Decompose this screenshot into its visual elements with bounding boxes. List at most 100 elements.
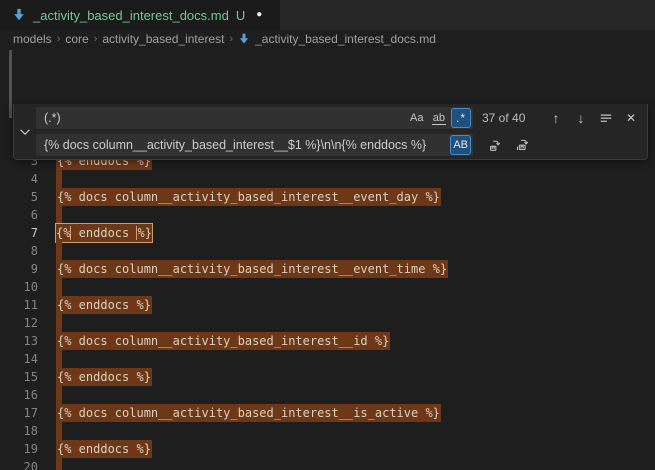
breadcrumb-item-activity-based-interest[interactable]: activity_based_interest bbox=[102, 32, 224, 46]
code-line[interactable]: 18 bbox=[0, 422, 655, 440]
code-line[interactable]: 12 bbox=[0, 314, 655, 332]
dirty-indicator-dot[interactable]: ● bbox=[256, 10, 262, 20]
match-case-button[interactable]: Aa bbox=[407, 108, 427, 128]
chevron-down-icon bbox=[18, 125, 32, 139]
empty-line-match-highlight bbox=[56, 242, 62, 260]
preserve-case-button[interactable]: AB bbox=[450, 135, 471, 155]
selection-lines-icon bbox=[599, 111, 613, 125]
code-line[interactable]: 13 {% docs column__activity_based_interes… bbox=[0, 332, 655, 350]
line-text bbox=[56, 458, 62, 470]
line-number: 4 bbox=[0, 170, 38, 188]
find-match-highlight: {% enddocs %} bbox=[56, 296, 152, 314]
line-text: {% docs column__activity_based_interest_… bbox=[56, 188, 441, 206]
code-line[interactable]: 17 {% docs column__activity_based_interes… bbox=[0, 404, 655, 422]
code-line[interactable]: 6 bbox=[0, 206, 655, 224]
empty-line-match-highlight bbox=[56, 458, 62, 470]
find-input[interactable] bbox=[36, 111, 405, 125]
breadcrumb-file[interactable]: _activity_based_interest_docs.md bbox=[255, 32, 436, 46]
code-line[interactable]: 14 bbox=[0, 350, 655, 368]
replace-button[interactable] bbox=[485, 135, 505, 155]
find-in-selection-button[interactable] bbox=[596, 108, 616, 128]
code-line[interactable]: 16 bbox=[0, 386, 655, 404]
empty-line-match-highlight bbox=[56, 314, 62, 332]
match-case-icon: Aa bbox=[410, 112, 423, 124]
find-match-highlight: {% docs column__activity_based_interest_… bbox=[56, 260, 448, 278]
tab-bar: _activity_based_interest_docs.md U ● bbox=[0, 0, 655, 30]
line-text bbox=[56, 386, 62, 404]
toggle-replace-button[interactable] bbox=[14, 104, 36, 159]
line-number: 6 bbox=[0, 206, 38, 224]
code-line[interactable]: 4 bbox=[0, 170, 655, 188]
line-text: {% enddocs %} bbox=[56, 368, 152, 386]
line-number: 16 bbox=[0, 386, 38, 404]
line-number: 13 bbox=[0, 332, 38, 350]
line-text bbox=[56, 206, 62, 224]
line-text: {% enddocs %} bbox=[56, 224, 152, 242]
breadcrumb-item-core[interactable]: core bbox=[65, 32, 88, 46]
breadcrumb-item-models[interactable]: models bbox=[13, 32, 52, 46]
breadcrumb-separator: › bbox=[57, 33, 61, 45]
replace-input[interactable] bbox=[36, 138, 448, 152]
line-text: {% docs column__activity_based_interest_… bbox=[56, 404, 441, 422]
line-text: {% docs column__activity_based_interest_… bbox=[56, 332, 390, 350]
code-line[interactable]: 20 bbox=[0, 458, 655, 470]
line-number: 9 bbox=[0, 260, 38, 278]
arrow-down-icon: ↓ bbox=[578, 110, 585, 126]
markdown-file-icon bbox=[238, 33, 250, 45]
find-input-box: Aa ab .* bbox=[36, 107, 473, 129]
line-number: 15 bbox=[0, 368, 38, 386]
tab-active-file[interactable]: _activity_based_interest_docs.md U ● bbox=[0, 0, 280, 30]
code-line[interactable]: 7 {% enddocs %} bbox=[0, 224, 655, 242]
code-line[interactable]: 11 {% enddocs %} bbox=[0, 296, 655, 314]
line-number: 20 bbox=[0, 458, 38, 470]
code-line[interactable]: 19 {% enddocs %} bbox=[0, 440, 655, 458]
close-find-widget-button[interactable]: ✕ bbox=[621, 108, 641, 128]
line-number: 7 bbox=[0, 224, 38, 242]
preserve-case-icon: AB bbox=[453, 139, 468, 151]
line-number: 19 bbox=[0, 440, 38, 458]
line-number: 12 bbox=[0, 314, 38, 332]
code-line[interactable]: 15 {% enddocs %} bbox=[0, 368, 655, 386]
markdown-file-icon bbox=[12, 8, 26, 22]
replace-all-button[interactable] bbox=[512, 135, 532, 155]
line-text bbox=[56, 242, 62, 260]
git-status-badge: U bbox=[236, 8, 245, 23]
line-text bbox=[56, 278, 62, 296]
previous-match-button[interactable]: ↑ bbox=[546, 108, 566, 128]
line-text: {% docs column__activity_based_interest_… bbox=[56, 260, 448, 278]
code-line[interactable]: 8 bbox=[0, 242, 655, 260]
breadcrumb-separator: › bbox=[94, 33, 98, 45]
line-number: 18 bbox=[0, 422, 38, 440]
regex-icon: .* bbox=[456, 111, 466, 125]
replace-icon bbox=[488, 138, 503, 153]
breadcrumb-separator: › bbox=[229, 33, 233, 45]
next-match-button[interactable]: ↓ bbox=[571, 108, 591, 128]
find-match-highlight: {% enddocs %} bbox=[56, 368, 152, 386]
close-icon: ✕ bbox=[626, 111, 636, 125]
line-number: 14 bbox=[0, 350, 38, 368]
tab-title: _activity_based_interest_docs.md bbox=[33, 8, 229, 23]
find-widget-sash[interactable] bbox=[9, 50, 12, 118]
line-number: 5 bbox=[0, 188, 38, 206]
line-text bbox=[56, 314, 62, 332]
use-regex-button[interactable]: .* bbox=[451, 108, 471, 128]
empty-line-match-highlight bbox=[56, 386, 62, 404]
whole-word-button[interactable]: ab bbox=[429, 108, 449, 128]
line-number: 8 bbox=[0, 242, 38, 260]
current-find-match: {% enddocs %} bbox=[55, 223, 153, 243]
editor-lines: 1{% docs column__activity_based_interest… bbox=[0, 116, 655, 470]
code-line[interactable]: 9 {% docs column__activity_based_interest… bbox=[0, 260, 655, 278]
find-match-highlight: {% enddocs %} bbox=[56, 440, 152, 458]
code-line[interactable]: 5 {% docs column__activity_based_interest… bbox=[0, 188, 655, 206]
whole-word-icon: ab bbox=[432, 112, 446, 125]
line-text: {% enddocs %} bbox=[56, 440, 152, 458]
line-number: 11 bbox=[0, 296, 38, 314]
code-line[interactable]: 10 bbox=[0, 278, 655, 296]
empty-line-match-highlight bbox=[56, 350, 62, 368]
find-match-highlight: {% docs column__activity_based_interest_… bbox=[56, 404, 441, 422]
empty-line-match-highlight bbox=[56, 278, 62, 296]
line-number: 17 bbox=[0, 404, 38, 422]
replace-all-icon bbox=[515, 138, 530, 153]
match-count: 37 of 40 bbox=[482, 111, 525, 125]
empty-line-match-highlight bbox=[56, 422, 62, 440]
